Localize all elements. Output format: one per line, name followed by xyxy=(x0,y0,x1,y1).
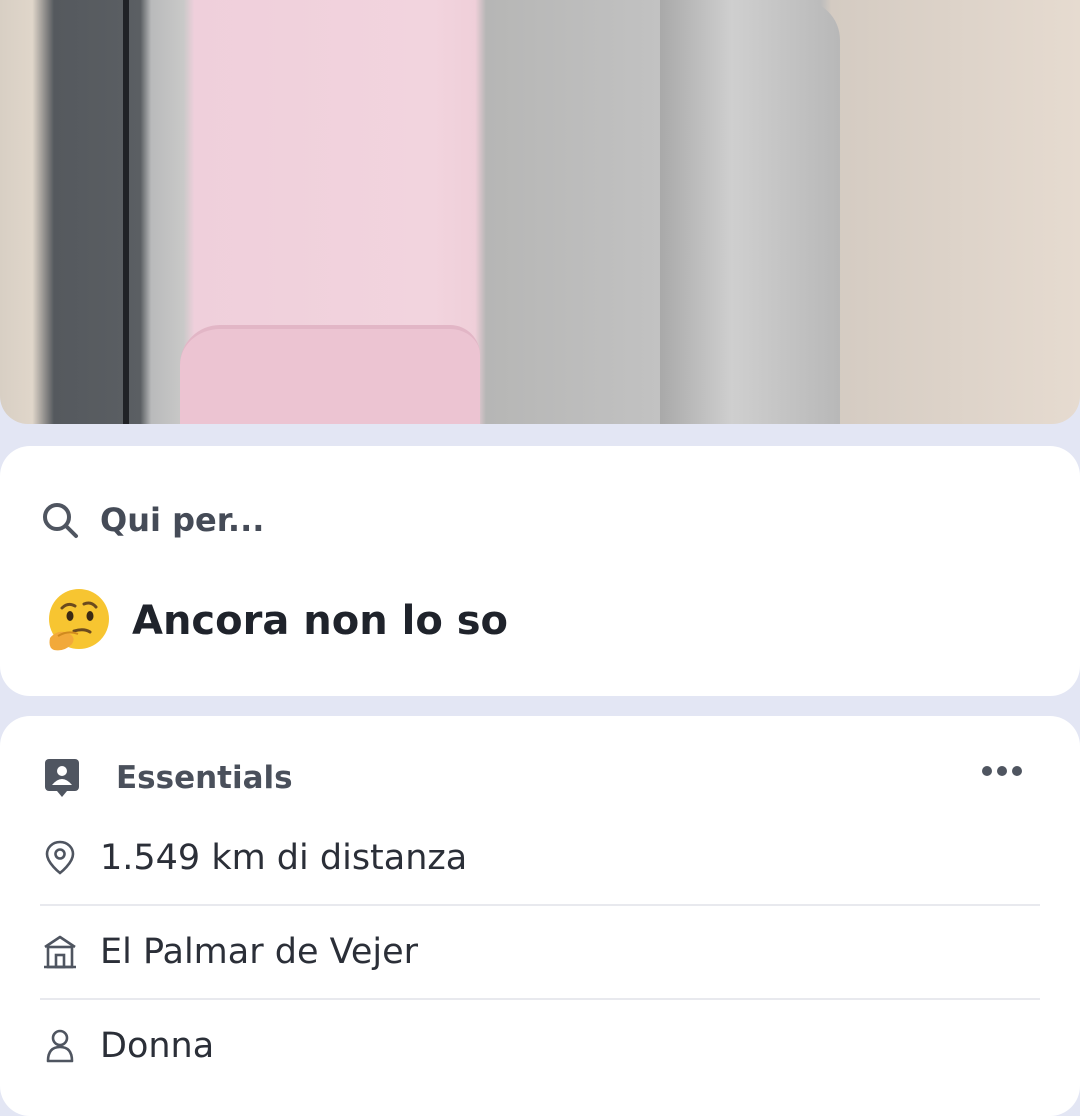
gender-text: Donna xyxy=(100,1026,215,1066)
essentials-header: Essentials xyxy=(44,758,293,798)
intent-value-row: Ancora non lo so xyxy=(44,586,508,656)
intent-label: Qui per... xyxy=(100,501,265,539)
photo-jacket-zip xyxy=(123,0,129,424)
location-row: El Palmar de Vejer xyxy=(40,906,1040,1000)
search-icon xyxy=(43,503,78,538)
profile-photo[interactable] xyxy=(0,0,1080,424)
gender-row: Donna xyxy=(40,1000,1040,1092)
person-icon xyxy=(46,1029,74,1063)
home-icon xyxy=(44,935,76,969)
intent-header: Qui per... xyxy=(40,500,264,540)
profile-card-icon xyxy=(45,759,79,797)
location-pin-icon xyxy=(45,840,75,875)
distance-text: 1.549 km di distanza xyxy=(100,838,468,878)
photo-sleeve xyxy=(660,0,840,424)
essentials-title: Essentials xyxy=(116,760,293,796)
photo-pocket xyxy=(180,325,480,424)
location-text: El Palmar de Vejer xyxy=(100,932,419,972)
essentials-card: Essentials 1.549 km di distanza El Palma… xyxy=(0,716,1080,1116)
intent-card: Qui per... Ancora non lo so xyxy=(0,446,1080,696)
intent-value: Ancora non lo so xyxy=(132,598,509,644)
distance-row: 1.549 km di distanza xyxy=(40,812,1040,906)
thinking-face-icon xyxy=(49,589,109,651)
more-options-icon[interactable] xyxy=(982,766,1022,776)
